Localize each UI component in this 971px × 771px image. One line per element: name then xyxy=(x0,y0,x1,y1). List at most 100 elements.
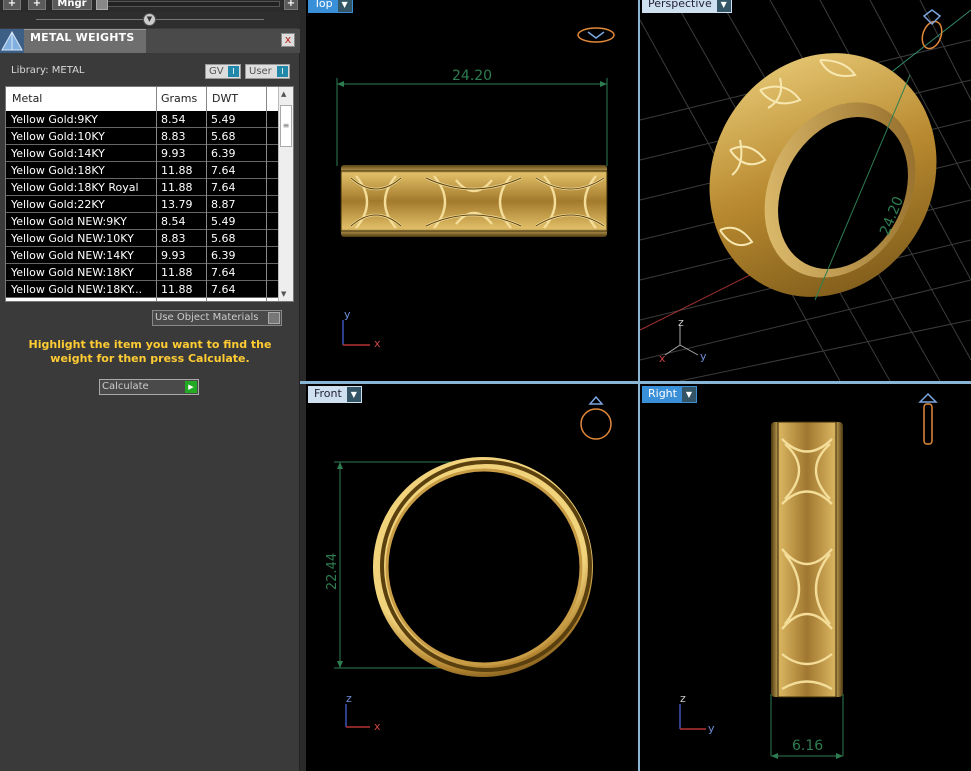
calculate-label: Calculate xyxy=(102,381,149,392)
grams-cell: 9.93 xyxy=(161,147,186,160)
column-divider[interactable] xyxy=(156,87,157,301)
checkbox-icon xyxy=(268,312,280,324)
scroll-down-icon[interactable]: ▼ xyxy=(281,290,286,298)
viewport-label-right[interactable]: Right ▼ xyxy=(642,386,697,403)
viewport-label-front[interactable]: Front ▼ xyxy=(308,386,362,403)
metal-cell: Yellow Gold:22KY xyxy=(11,198,105,211)
user-toggle[interactable]: User I xyxy=(245,64,290,79)
metal-cell: Yellow Gold:9KY xyxy=(11,113,98,126)
close-icon[interactable]: x xyxy=(281,33,295,47)
toolbar-slider-thumb[interactable] xyxy=(96,0,108,10)
axis-label-vertical: y xyxy=(344,308,351,321)
column-divider[interactable] xyxy=(266,87,267,301)
dwt-cell: 7.64 xyxy=(211,181,236,194)
viewport-splitter-horizontal[interactable] xyxy=(300,381,971,384)
splitter-collapse-icon[interactable]: ▼ xyxy=(143,13,156,26)
dwt-cell: 7.64 xyxy=(211,266,236,279)
top-view-render xyxy=(336,27,615,346)
axis-label-horizontal: x xyxy=(374,720,381,733)
axis-label-horizontal: x xyxy=(374,337,381,350)
viewport-front[interactable]: Front ▼ 22.44 z x xyxy=(306,384,638,771)
grams-cell: 8.83 xyxy=(161,130,186,143)
grams-cell: 11.88 xyxy=(161,181,193,194)
table-row[interactable]: Yellow Gold NEW:9KY 8.54 5.49 xyxy=(6,213,278,230)
table-header: Metal Grams DWT xyxy=(6,87,278,110)
dwt-cell: 6.39 xyxy=(211,249,236,262)
instructions-text: Highlight the item you want to find the … xyxy=(28,338,272,365)
ring-top-view-icon xyxy=(577,27,615,43)
viewport-label-top[interactable]: Top ▼ xyxy=(308,0,353,13)
grams-cell: 8.54 xyxy=(161,215,186,228)
top-toolbar: + + Mngr + xyxy=(0,0,300,12)
metal-cell: Yellow Gold:10KY xyxy=(11,130,105,143)
front-view-render xyxy=(334,395,612,728)
table-row[interactable]: Yellow Gold:18KY 11.88 7.64 xyxy=(6,162,278,179)
grams-cell: 9.93 xyxy=(161,249,186,262)
table-row[interactable]: Yellow Gold:9KY 8.54 5.49 xyxy=(6,111,278,128)
grams-cell: 11.88 xyxy=(161,283,193,296)
add-button-2[interactable]: + xyxy=(28,0,46,10)
column-divider[interactable] xyxy=(206,87,207,301)
scrollbar-thumb[interactable]: ≡ xyxy=(280,105,292,147)
calculate-button[interactable]: Calculate ▶ xyxy=(99,379,199,395)
dwt-cell: 5.68 xyxy=(211,232,236,245)
metal-cell: Yellow Gold:14KY xyxy=(11,147,105,160)
metal-cell: Yellow Gold NEW:9KY xyxy=(11,215,127,228)
toolbar-slider[interactable] xyxy=(100,1,280,7)
gv-toggle-icon: I xyxy=(228,66,239,77)
manager-button[interactable]: Mngr xyxy=(52,0,92,10)
table-row[interactable]: Yellow Gold:10KY 8.83 5.68 xyxy=(6,128,278,145)
table-row[interactable]: Yellow Gold:22KY 13.79 8.87 xyxy=(6,196,278,213)
column-header-metal[interactable]: Metal xyxy=(12,92,42,105)
metal-cell: Yellow Gold NEW:18KY xyxy=(11,266,134,279)
viewport-right[interactable]: Right ▼ 6.16 z y xyxy=(640,384,971,771)
add-button-1[interactable]: + xyxy=(3,0,21,10)
metal-weights-table: Metal Grams DWT Yellow Gold:9KY 8.54 5.49 … xyxy=(5,86,294,302)
viewport-title: Perspective xyxy=(648,0,712,10)
table-row[interactable]: Yellow Gold:14KY 9.93 6.39 xyxy=(6,145,278,162)
table-row[interactable]: Yellow Gold NEW:18KY... 11.88 7.64 xyxy=(6,281,278,298)
play-arrow-icon: ▶ xyxy=(185,381,197,393)
ring-perspective-icon xyxy=(921,9,943,50)
right-view-render xyxy=(679,392,938,759)
gv-toggle[interactable]: GV I xyxy=(205,64,241,79)
column-header-grams[interactable]: Grams xyxy=(161,92,197,105)
metal-cell: Yellow Gold:18KY xyxy=(11,164,105,177)
axis-label-y: y xyxy=(700,350,707,363)
table-row[interactable]: Yellow Gold NEW:10KY 8.83 5.68 xyxy=(6,230,278,247)
dwt-cell: 5.49 xyxy=(211,215,236,228)
axis-label-horizontal: y xyxy=(708,722,715,735)
add-button-3[interactable]: + xyxy=(284,0,298,10)
user-label: User xyxy=(249,66,272,77)
metal-weights-panel: + + Mngr + ▼ METAL WEIGHTS x Library: ME… xyxy=(0,0,300,771)
viewport-label-perspective[interactable]: Perspective ▼ xyxy=(642,0,732,13)
chevron-down-icon[interactable]: ▼ xyxy=(346,387,361,402)
axis-label-vertical: z xyxy=(680,692,686,705)
viewport-splitter-vertical[interactable] xyxy=(638,0,640,771)
scroll-up-icon[interactable]: ▲ xyxy=(281,90,286,98)
panel-title: METAL WEIGHTS xyxy=(30,31,135,44)
axis-label-x: x xyxy=(659,352,666,365)
ring-band-side xyxy=(771,422,843,697)
table-row[interactable]: Yellow Gold NEW:18KY 11.88 7.64 xyxy=(6,264,278,281)
pyramid-logo-icon xyxy=(0,29,24,53)
top-dimension-label: 24.20 xyxy=(452,68,493,84)
use-object-materials-label: Use Object Materials xyxy=(155,312,259,323)
viewport-perspective[interactable]: Perspective ▼ 24.20 z x y xyxy=(640,0,971,381)
metal-cell: Yellow Gold NEW:14KY xyxy=(11,249,134,262)
ring-band-top xyxy=(341,165,607,237)
dwt-cell: 5.49 xyxy=(211,113,236,126)
chevron-down-icon[interactable]: ▼ xyxy=(337,0,352,12)
ring-front-view-icon xyxy=(580,395,612,440)
column-header-dwt[interactable]: DWT xyxy=(212,92,238,105)
use-object-materials-checkbox[interactable]: Use Object Materials xyxy=(152,310,282,326)
table-row[interactable]: Yellow Gold:18KY Royal 11.88 7.64 xyxy=(6,179,278,196)
chevron-down-icon[interactable]: ▼ xyxy=(716,0,731,12)
axis-label-vertical: z xyxy=(678,316,684,329)
chevron-down-icon[interactable]: ▼ xyxy=(681,387,696,402)
table-row[interactable]: Yellow Gold NEW:14KY 9.93 6.39 xyxy=(6,247,278,264)
viewport-top[interactable]: Top ▼ 24.20 y x xyxy=(306,0,638,381)
table-body: Yellow Gold:9KY 8.54 5.49 Yellow Gold:10KY… xyxy=(6,111,278,298)
grams-cell: 8.54 xyxy=(161,113,186,126)
table-scrollbar[interactable]: ▲ ≡ ▼ xyxy=(278,87,293,301)
